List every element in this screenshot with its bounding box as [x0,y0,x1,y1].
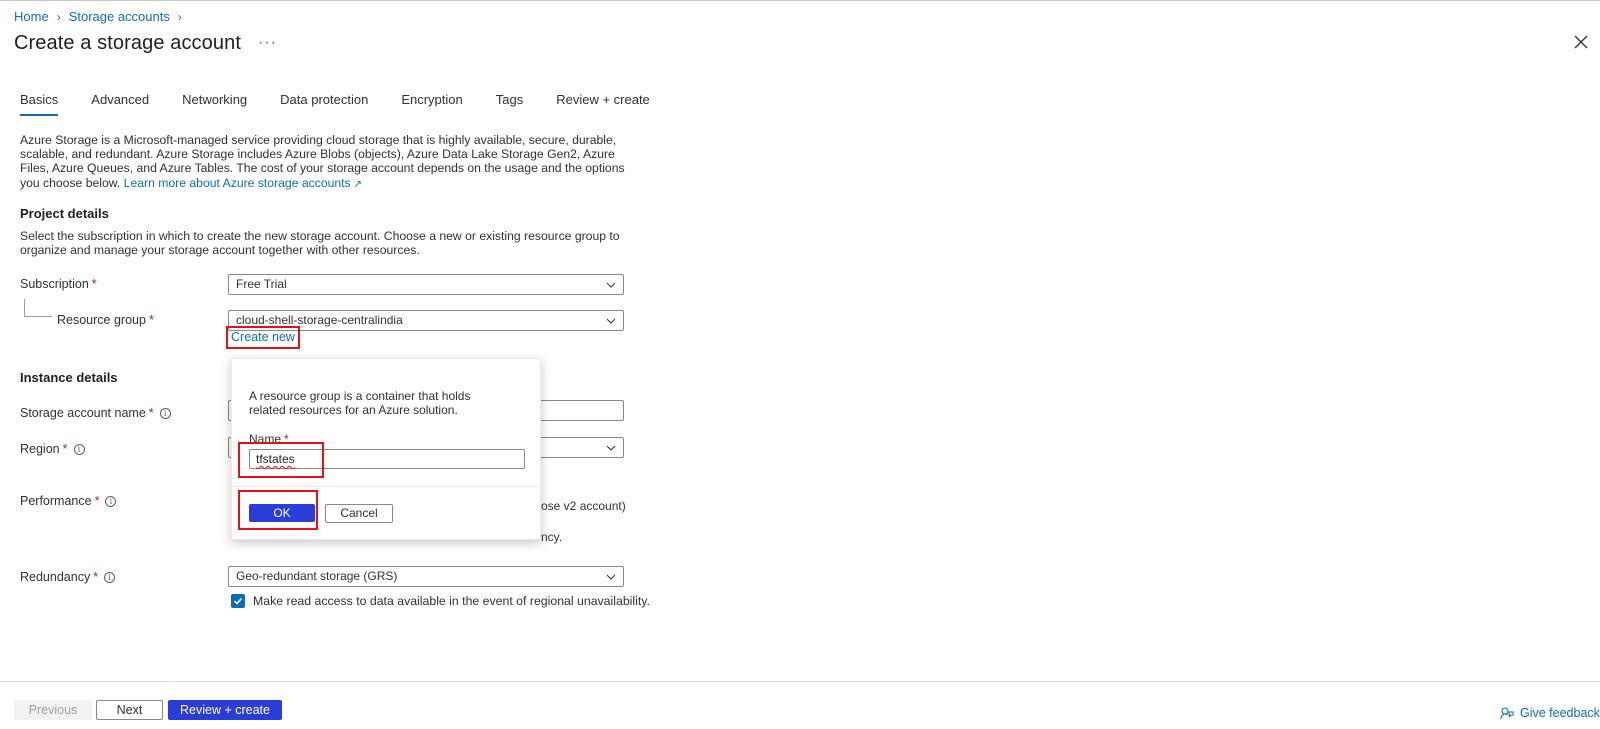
info-icon[interactable]: i [104,571,116,583]
read-access-label: Make read access to data available in th… [253,594,650,608]
breadcrumb: Home › Storage accounts › [14,9,190,24]
project-details-heading: Project details [20,206,109,221]
redundancy-label: Redundancy * i [20,570,116,584]
tab-review-create[interactable]: Review + create [556,92,650,116]
tab-bar: Basics Advanced Networking Data protecti… [20,92,683,116]
required-mark: * [94,494,100,508]
more-options-icon[interactable]: ··· [258,34,277,52]
redundancy-value: Geo-redundant storage (GRS) [236,569,398,583]
chevron-right-icon: › [56,9,61,24]
create-resource-group-popup: A resource group is a container that hol… [231,358,541,540]
tab-networking[interactable]: Networking [182,92,247,116]
resource-group-value: cloud-shell-storage-centralindia [236,313,403,327]
performance-standard-label-fragment: ose v2 account) [541,499,626,513]
breadcrumb-storage-accounts[interactable]: Storage accounts [69,9,170,24]
subscription-label-text: Subscription [20,277,89,291]
create-new-resource-group-link[interactable]: Create new [231,330,295,344]
footer-divider [0,681,1600,682]
info-icon[interactable]: i [105,495,117,507]
give-feedback-text: Give feedback [1520,706,1600,720]
page-title: Create a storage account [14,32,241,54]
chevron-right-icon: › [177,9,182,24]
redundancy-dropdown[interactable]: Geo-redundant storage (GRS) [228,566,624,587]
tree-connector [24,299,52,317]
region-label: Region * i [20,442,85,456]
review-create-button[interactable]: Review + create [168,700,282,720]
required-mark: * [284,432,289,446]
next-button[interactable]: Next [96,700,163,720]
performance-label: Performance * i [20,494,117,508]
chevron-down-icon [607,282,615,288]
tab-encryption[interactable]: Encryption [401,92,462,116]
popup-divider [232,486,540,487]
tab-tags[interactable]: Tags [496,92,523,116]
external-link-icon: ↗ [353,178,363,190]
subscription-dropdown[interactable]: Free Trial [228,274,624,295]
tab-basics[interactable]: Basics [20,92,59,116]
subscription-label: Subscription * [20,277,97,291]
info-icon[interactable]: i [73,443,85,455]
required-mark: * [91,277,97,291]
required-mark: * [148,313,154,327]
project-details-description: Select the subscription in which to crea… [20,229,620,258]
checkmark-icon [233,597,243,605]
resource-group-label: Resource group * [57,313,154,327]
popup-name-label-text: Name [249,432,282,446]
instance-details-heading: Instance details [20,370,118,385]
required-mark: * [93,570,99,584]
popup-name-label: Name * [249,432,289,446]
chevron-down-icon [607,445,615,451]
redundancy-label-text: Redundancy [20,570,91,584]
give-feedback-link[interactable]: Give feedback [1500,706,1600,720]
previous-button[interactable]: Previous [14,700,92,720]
performance-premium-label-fragment: ncy. [541,530,563,544]
info-icon[interactable]: i [159,407,171,419]
required-mark: * [148,406,154,420]
resource-group-name-input[interactable]: tfstates [249,449,525,469]
subscription-value: Free Trial [236,277,287,291]
learn-more-link[interactable]: Learn more about Azure storage accounts [124,176,351,190]
required-mark: * [62,442,68,456]
storage-account-name-label: Storage account name * i [20,406,171,420]
cancel-button[interactable]: Cancel [325,504,393,523]
tab-advanced[interactable]: Advanced [91,92,149,116]
storage-account-name-label-text: Storage account name [20,406,146,420]
resource-group-name-value: tfstates [256,452,295,466]
chevron-down-icon [607,318,615,324]
tab-data-protection[interactable]: Data protection [280,92,368,116]
breadcrumb-home[interactable]: Home [14,9,49,24]
top-border [0,0,1600,1]
ok-button[interactable]: OK [249,504,315,522]
close-icon[interactable] [1573,34,1589,50]
read-access-checkbox[interactable] [231,594,245,608]
resource-group-label-text: Resource group [57,313,146,327]
intro-description: Azure Storage is a Microsoft-managed ser… [20,133,630,192]
resource-group-dropdown[interactable]: cloud-shell-storage-centralindia [228,310,624,331]
performance-label-text: Performance [20,494,92,508]
feedback-icon [1500,707,1514,720]
region-label-text: Region [20,442,60,456]
chevron-down-icon [607,574,615,580]
popup-description: A resource group is a container that hol… [249,389,471,417]
